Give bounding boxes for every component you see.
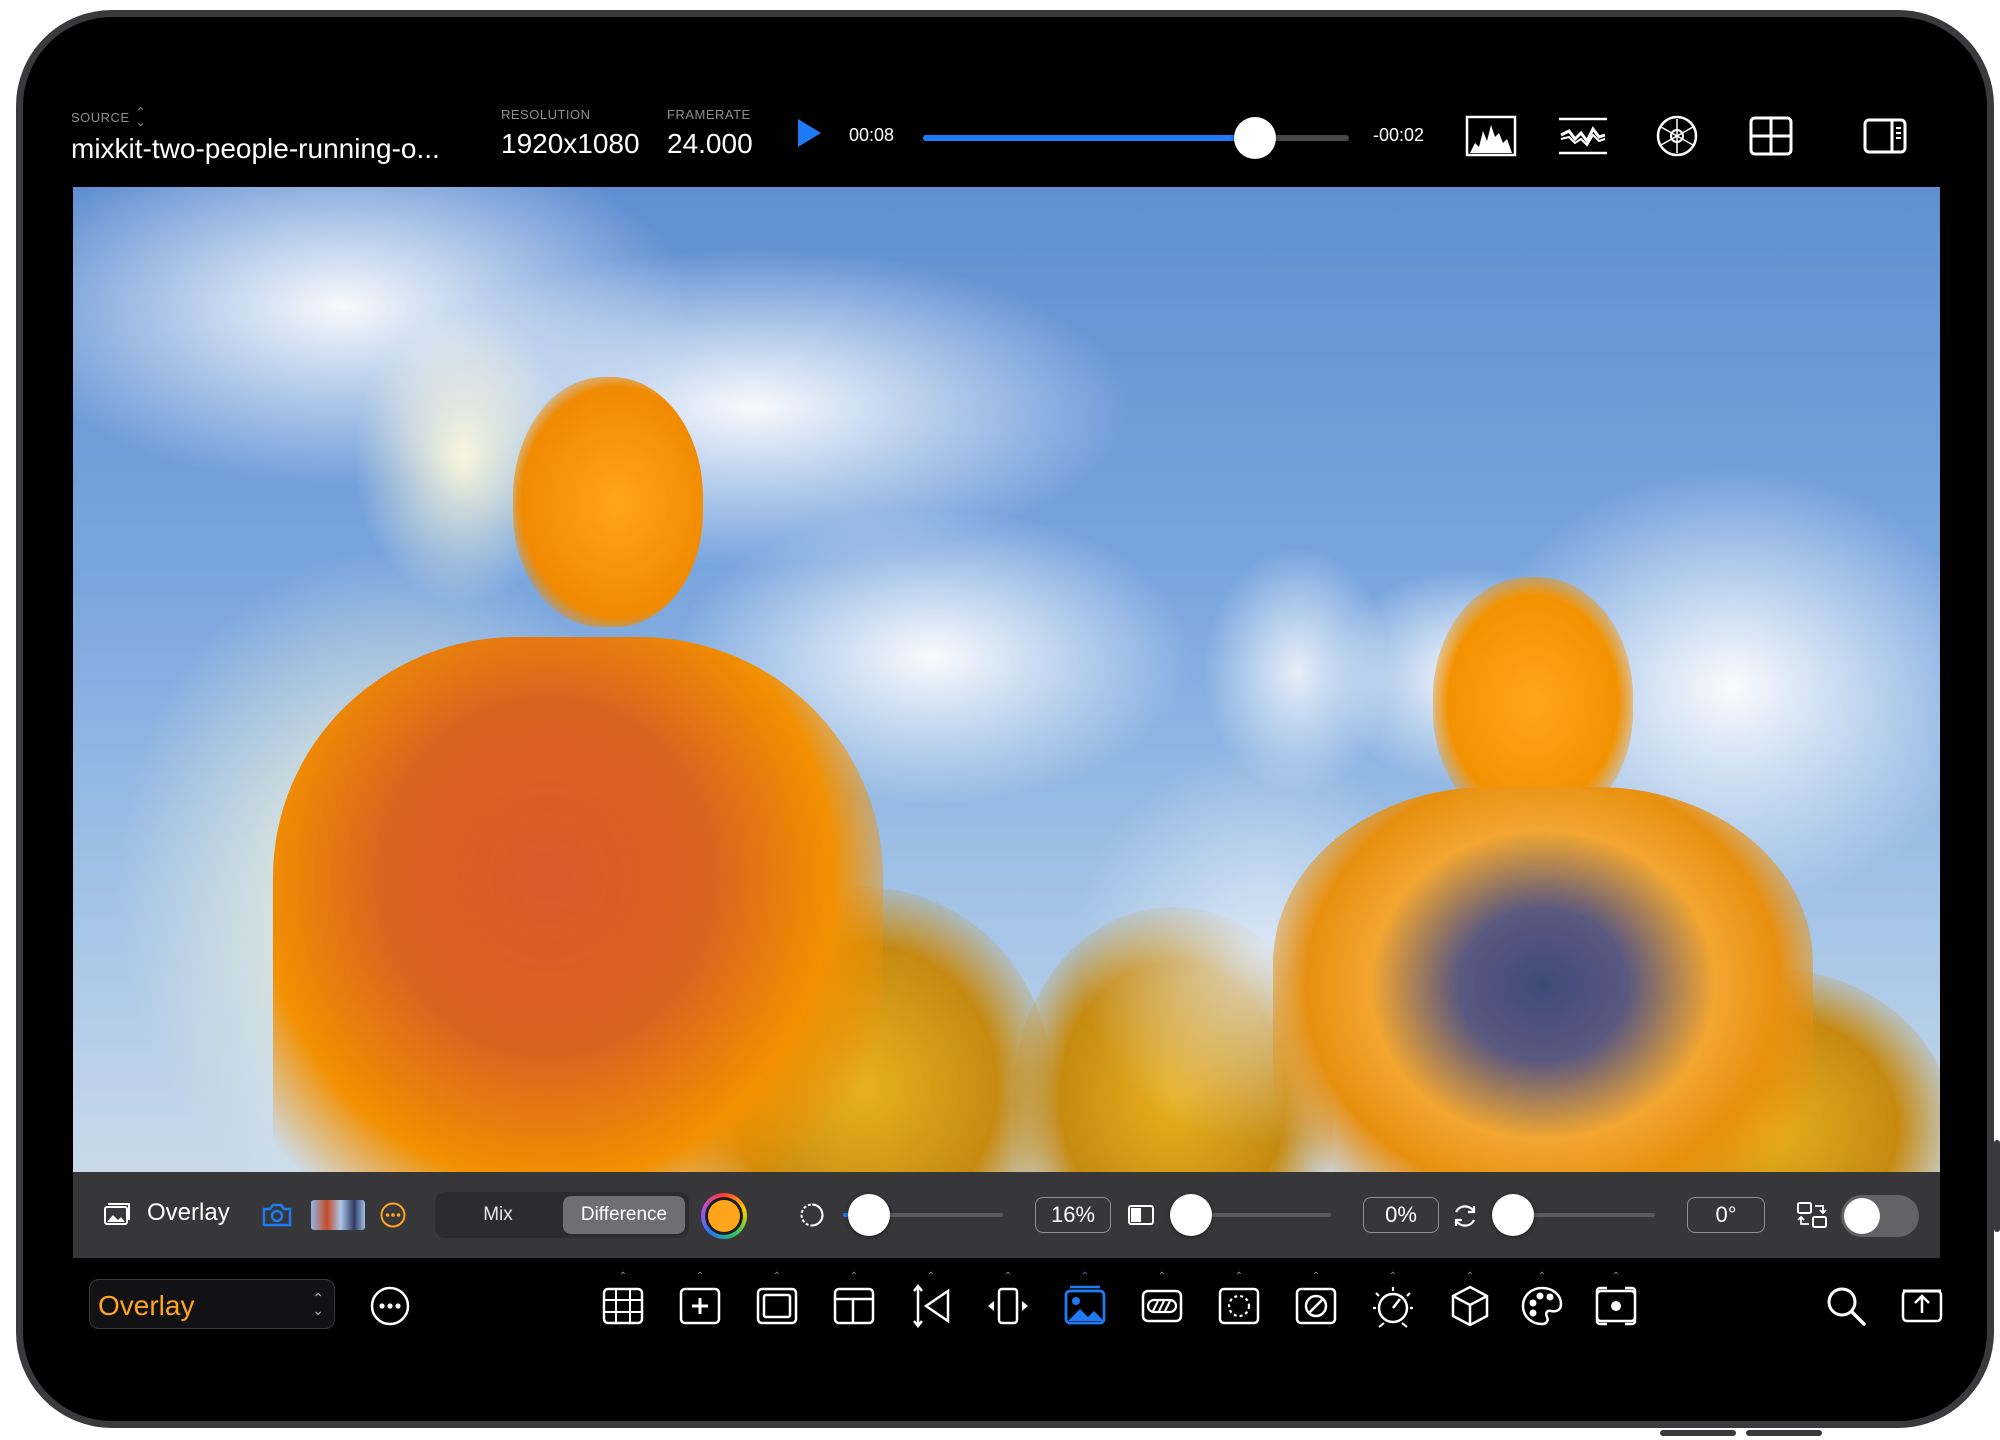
caret-up-icon: ⌃ xyxy=(1388,1271,1398,1282)
export-icon[interactable] xyxy=(1899,1283,1945,1329)
remaining-time: -00:02 xyxy=(1373,125,1425,145)
blend-difference-button[interactable]: Difference xyxy=(563,1196,685,1234)
framerate-meta: FRAMERATE 24.000 xyxy=(667,107,753,160)
color-palette-icon[interactable]: ⌃ xyxy=(1519,1272,1565,1329)
split-wipe-icon xyxy=(1127,1203,1155,1227)
wipe-value[interactable]: 0% xyxy=(1363,1197,1439,1233)
sidebar-icon[interactable] xyxy=(1859,113,1911,159)
rotate-icon xyxy=(1451,1202,1479,1230)
color-picker-button[interactable] xyxy=(701,1193,747,1239)
perspective-icon[interactable]: ⌃ xyxy=(908,1272,954,1329)
timeline-knob[interactable] xyxy=(1234,117,1277,159)
caret-up-icon: ⌃ xyxy=(849,1271,859,1282)
runner-female-body xyxy=(1273,787,1813,1172)
overlay-label: Overlay xyxy=(147,1199,230,1226)
swap-toggle-knob xyxy=(1844,1198,1880,1234)
overlay-thumbnail[interactable] xyxy=(311,1200,365,1230)
camera-icon[interactable] xyxy=(261,1202,293,1228)
play-icon xyxy=(798,119,821,147)
overlay-image-icon xyxy=(103,1202,131,1226)
swap-toggle[interactable] xyxy=(1841,1195,1919,1237)
device-side-button xyxy=(1994,1140,2000,1232)
false-color-icon[interactable]: ⌃ xyxy=(1293,1272,1339,1329)
histogram-icon[interactable] xyxy=(1465,113,1517,159)
top-bar: SOURCE ⌃ ⌄ mixkit-two-people-running-o... … xyxy=(23,77,1987,197)
overlay-controls-bar: Overlay Mix Difference 16% 0% 0° xyxy=(73,1172,1940,1258)
framerate-label: FRAMERATE xyxy=(667,107,751,122)
runner-male-body xyxy=(273,637,883,1172)
aspect-frame-icon[interactable]: ⌃ xyxy=(831,1272,877,1329)
caret-up-icon: ⌃ xyxy=(695,1271,705,1282)
source-meta[interactable]: SOURCE ⌃ ⌄ mixkit-two-people-running-o... xyxy=(71,105,440,165)
caret-up-icon: ⌃ xyxy=(772,1271,782,1282)
source-label: SOURCE xyxy=(71,109,130,125)
wipe-slider[interactable] xyxy=(1191,1213,1331,1217)
chevron-updown-icon: ⌃ ⌄ xyxy=(135,105,147,129)
caret-up-icon: ⌃ xyxy=(1611,1271,1621,1282)
rotation-slider[interactable] xyxy=(1513,1213,1655,1217)
exposure-timer-icon[interactable]: ⌃ xyxy=(1370,1272,1416,1329)
device-frame: SOURCE ⌃ ⌄ mixkit-two-people-running-o... … xyxy=(16,10,1994,1428)
opacity-slider-knob[interactable] xyxy=(847,1194,890,1236)
focus-peaking-icon[interactable]: ⌃ xyxy=(1216,1272,1262,1329)
vectorscope-icon[interactable] xyxy=(1651,113,1703,159)
waveform-icon[interactable] xyxy=(1557,113,1609,159)
mode-selector-value: Overlay xyxy=(98,1290,195,1321)
3d-lut-icon[interactable]: ⌃ xyxy=(1447,1272,1493,1329)
caret-up-icon: ⌃ xyxy=(1311,1271,1321,1282)
zebra-icon[interactable]: ⌃ xyxy=(1139,1272,1185,1329)
resolution-meta: RESOLUTION 1920x1080 xyxy=(501,107,640,160)
chevron-updown-icon: ⌃ ⌄ xyxy=(312,1290,324,1318)
resolution-value: 1920x1080 xyxy=(501,128,640,159)
elapsed-time: 00:08 xyxy=(849,125,895,145)
rotation-value[interactable]: 0° xyxy=(1687,1197,1765,1233)
flip-icon[interactable]: ⌃ xyxy=(985,1272,1031,1329)
timeline-scrubber[interactable] xyxy=(923,117,1349,159)
crosshair-icon[interactable]: ⌃ xyxy=(677,1272,723,1329)
caret-up-icon: ⌃ xyxy=(1080,1271,1090,1282)
resolution-label: RESOLUTION xyxy=(501,107,591,122)
source-value: mixkit-two-people-running-o... xyxy=(71,133,440,164)
blend-mode-segmented-control: Mix Difference xyxy=(435,1192,689,1238)
grid-layout-icon[interactable] xyxy=(1745,113,1797,159)
caret-up-icon: ⌃ xyxy=(1234,1271,1244,1282)
mode-selector[interactable]: Overlay ⌃ ⌄ xyxy=(89,1279,335,1329)
wipe-slider-knob[interactable] xyxy=(1170,1194,1212,1236)
selected-color-swatch xyxy=(708,1200,740,1232)
rotation-slider-knob[interactable] xyxy=(1492,1194,1534,1236)
safe-area-icon[interactable]: ⌃ xyxy=(754,1272,800,1329)
video-preview[interactable] xyxy=(73,187,1940,1172)
caret-up-icon: ⌃ xyxy=(926,1271,936,1282)
search-icon[interactable] xyxy=(1823,1283,1869,1329)
play-button[interactable] xyxy=(795,117,823,149)
swap-icon xyxy=(1795,1200,1829,1230)
runner-male-head xyxy=(513,377,703,627)
overlay-image-icon[interactable]: ⌃ xyxy=(1062,1272,1108,1329)
device-volume-button xyxy=(1746,1430,1822,1436)
blend-mix-button[interactable]: Mix xyxy=(439,1196,557,1234)
more-options-icon[interactable] xyxy=(379,1201,407,1229)
caret-up-icon: ⌃ xyxy=(1465,1271,1475,1282)
timeline-progress xyxy=(923,135,1256,141)
record-frame-icon[interactable]: ⌃ xyxy=(1593,1272,1639,1329)
caret-up-icon: ⌃ xyxy=(1157,1271,1167,1282)
framerate-value: 24.000 xyxy=(667,128,753,159)
grid-guide-icon[interactable]: ⌃ xyxy=(600,1272,646,1329)
opacity-icon xyxy=(799,1202,825,1228)
more-menu-icon[interactable] xyxy=(367,1283,413,1329)
caret-up-icon: ⌃ xyxy=(1537,1271,1547,1282)
opacity-value[interactable]: 16% xyxy=(1035,1197,1111,1233)
caret-up-icon: ⌃ xyxy=(618,1271,628,1282)
device-volume-button xyxy=(1660,1430,1736,1436)
caret-up-icon: ⌃ xyxy=(1003,1271,1013,1282)
bottom-toolbar: Overlay ⌃ ⌄ ⌃ ⌃ ⌃ ⌃ ⌃ ⌃ ⌃ ⌃ ⌃ ⌃ ⌃ ⌃ ⌃ ⌃ xyxy=(23,1269,1987,1349)
